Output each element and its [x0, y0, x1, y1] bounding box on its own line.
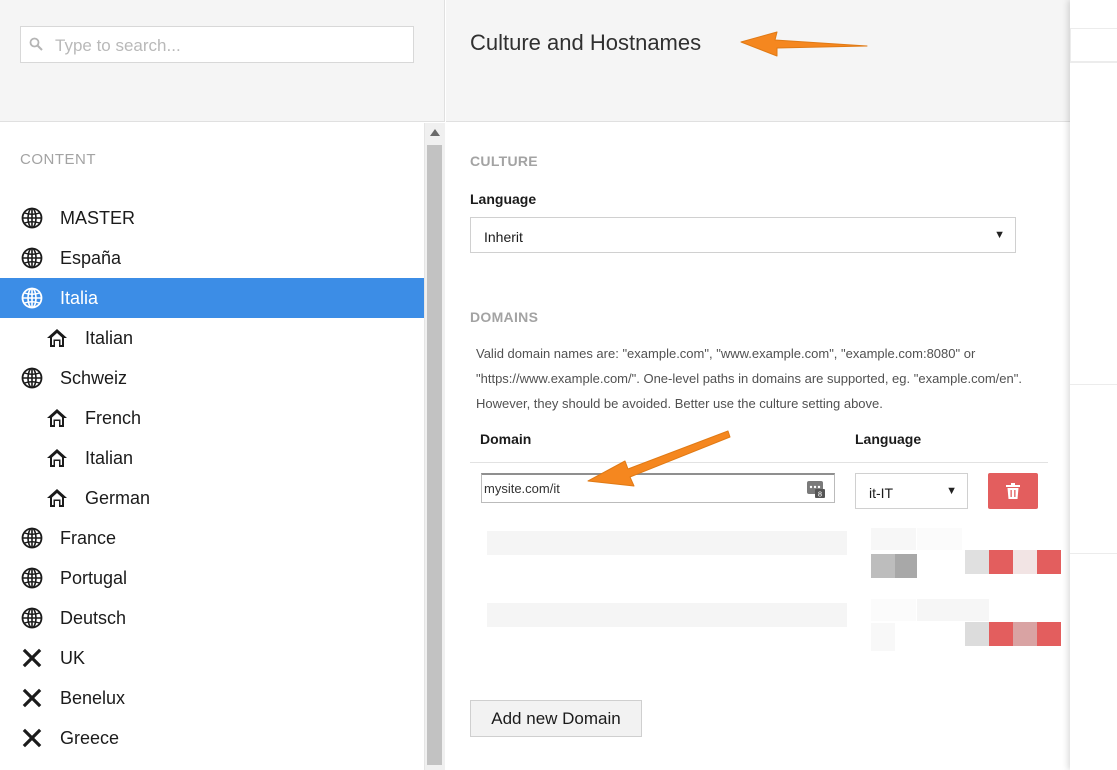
- language-label: Language: [470, 191, 537, 207]
- tree-item-label: Italian: [85, 447, 134, 468]
- background-divider: [1070, 384, 1117, 385]
- tree-item[interactable]: España: [0, 238, 424, 278]
- svg-text:8: 8: [818, 491, 822, 499]
- obscured-block: [989, 622, 1013, 646]
- scroll-up-arrow[interactable]: [430, 129, 440, 136]
- tree-item-label: France: [60, 527, 117, 548]
- globe-icon: [20, 246, 44, 270]
- domain-input-value: mysite.com/it: [484, 481, 560, 496]
- domain-column-header: Domain: [480, 431, 532, 447]
- tree-item-label: España: [60, 247, 122, 268]
- content-tree: CONTENT MASTER España Italia Italian Schweiz…: [0, 123, 424, 770]
- tree-item[interactable]: France: [0, 518, 424, 558]
- tree-item-label: Italian: [85, 327, 134, 348]
- globe-icon: [20, 606, 44, 630]
- obscured-block: [871, 623, 895, 651]
- globe-icon: [20, 206, 44, 230]
- culture-language-value: Inherit: [484, 229, 523, 245]
- language-column-header: Language: [855, 431, 922, 447]
- header-divider: [470, 462, 1048, 463]
- tree-item-label: UK: [60, 647, 86, 668]
- globe-icon: [20, 566, 44, 590]
- obscured-block: [965, 622, 989, 646]
- globe-icon: [20, 526, 44, 550]
- tree-item[interactable]: Italian: [0, 318, 424, 358]
- dropdown-caret-icon: ▼: [946, 485, 957, 497]
- globe-icon: [20, 366, 44, 390]
- background-panel-edge: [1070, 0, 1117, 770]
- obscured-block: [989, 550, 1013, 574]
- obscured-block: [965, 550, 989, 574]
- obscured-block: [895, 554, 917, 578]
- add-new-domain-button[interactable]: Add new Domain: [470, 700, 642, 737]
- obscured-domain-field: [487, 531, 847, 555]
- tree-item[interactable]: Italian: [0, 438, 424, 478]
- obscured-block: [871, 554, 895, 578]
- home-icon: [45, 446, 69, 470]
- search-box[interactable]: [20, 26, 414, 64]
- close-icon: [20, 726, 44, 750]
- background-panel-input: [1070, 28, 1117, 62]
- tree-item[interactable]: Portugal: [0, 558, 424, 598]
- obscured-block: [871, 528, 916, 550]
- tree-item[interactable]: German: [0, 478, 424, 518]
- tree-item-label: Portugal: [60, 567, 128, 588]
- password-manager-icon: 8: [807, 481, 825, 499]
- obscured-block: [871, 599, 916, 621]
- tree-item-label: German: [85, 487, 151, 508]
- domain-language-select[interactable]: it-IT ▼: [855, 473, 968, 509]
- search-input[interactable]: [53, 27, 407, 64]
- trash-icon: [1006, 483, 1020, 499]
- tree-item[interactable]: Greece: [0, 718, 424, 758]
- domain-input[interactable]: mysite.com/it 8: [481, 473, 835, 503]
- obscured-block: [917, 599, 989, 621]
- tree-item[interactable]: UK: [0, 638, 424, 678]
- tree-scrollbar[interactable]: [424, 123, 445, 770]
- panel-header: Culture and Hostnames: [446, 0, 1070, 122]
- tree-item-label: Italia: [60, 287, 99, 308]
- close-icon: [20, 646, 44, 670]
- background-divider: [1070, 62, 1117, 63]
- scroll-thumb[interactable]: [427, 145, 442, 765]
- tree-item[interactable]: Benelux: [0, 678, 424, 718]
- domains-section-label: DOMAINS: [470, 309, 539, 325]
- tree-item[interactable]: Schweiz: [0, 358, 424, 398]
- tree-item[interactable]: Deutsch: [0, 598, 424, 638]
- globe-icon: [20, 286, 44, 310]
- obscured-block: [1013, 550, 1037, 574]
- home-icon: [45, 326, 69, 350]
- left-header: [0, 0, 445, 122]
- obscured-block: [1037, 550, 1061, 574]
- home-icon: [45, 486, 69, 510]
- tree-item-label: Deutsch: [60, 607, 127, 628]
- dropdown-caret-icon: ▼: [994, 229, 1005, 241]
- tree-item[interactable]: Italia: [0, 278, 424, 318]
- panel-body: CULTURE Language Inherit ▼ DOMAINS Valid…: [446, 123, 1070, 770]
- tree-item-label: French: [85, 407, 142, 428]
- domain-language-value: it-IT: [869, 485, 894, 501]
- domains-help-text: Valid domain names are: "example.com", "…: [476, 346, 1022, 411]
- close-icon: [20, 686, 44, 710]
- obscured-block: [1037, 622, 1061, 646]
- tree-item-label: MASTER: [60, 207, 136, 228]
- background-divider: [1070, 553, 1117, 554]
- tree-item[interactable]: MASTER: [0, 198, 424, 238]
- home-icon: [45, 406, 69, 430]
- culture-language-select[interactable]: Inherit ▼: [470, 217, 1016, 253]
- tree-item[interactable]: French: [0, 398, 424, 438]
- delete-domain-button[interactable]: [988, 473, 1038, 509]
- culture-section-label: CULTURE: [470, 153, 538, 169]
- obscured-block: [917, 528, 962, 550]
- tree-item-label: Greece: [60, 727, 120, 748]
- tree-item-label: Schweiz: [60, 367, 128, 388]
- page-title: Culture and Hostnames: [470, 30, 702, 55]
- obscured-domain-field: [487, 603, 847, 627]
- search-icon: [29, 37, 43, 51]
- obscured-block: [1013, 622, 1037, 646]
- tree-item-label: Benelux: [60, 687, 126, 708]
- tree-section-label: CONTENT: [20, 151, 96, 168]
